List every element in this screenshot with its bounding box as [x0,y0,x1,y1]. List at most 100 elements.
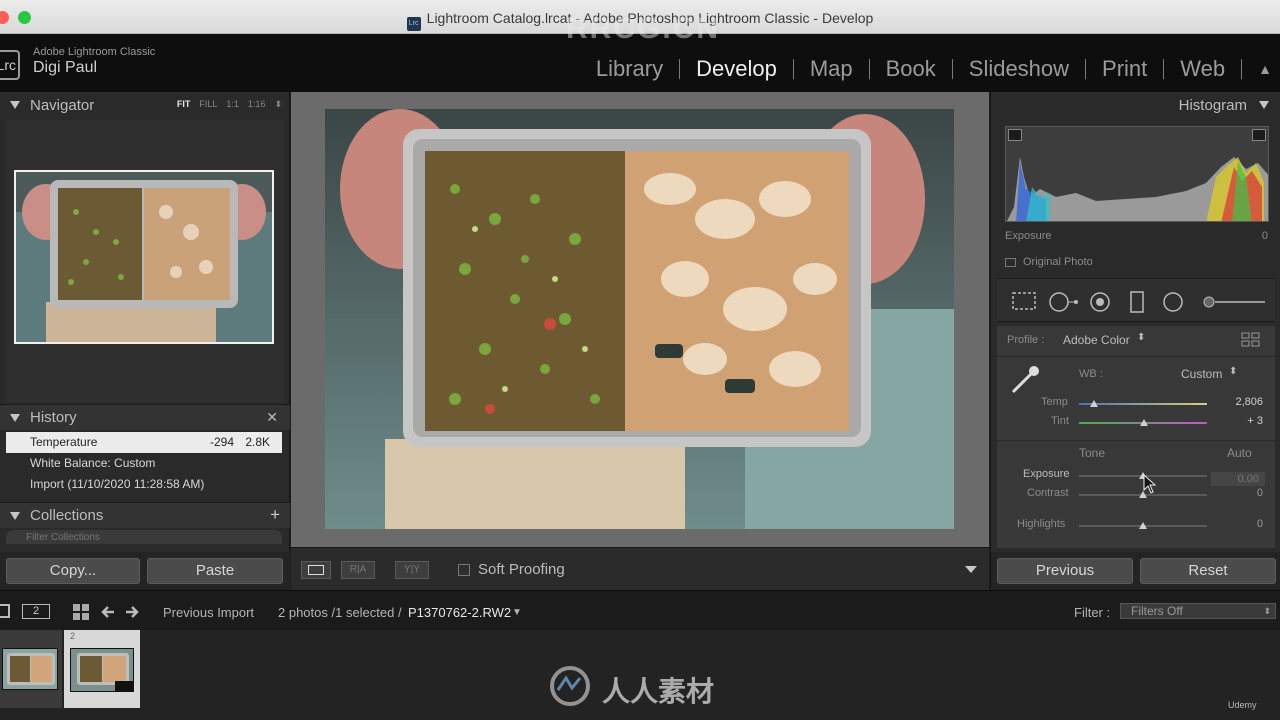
profile-label: Profile : [1007,334,1045,346]
auto-tone-button[interactable]: Auto [1227,446,1252,460]
highlights-label: Highlights [1017,518,1066,530]
develop-toolbar: R|A Y|Y Soft Proofing [291,547,989,590]
window-title: Lrc Lightroom Catalog.lrcat - Adobe Photo… [0,10,1280,31]
contrast-slider[interactable] [1079,491,1207,498]
disclosure-triangle-icon[interactable] [1259,101,1269,109]
before-after-swap-button[interactable]: Y|Y [395,561,429,579]
filter-collections-input[interactable]: Filter Collections [6,530,282,544]
temp-value[interactable]: 2,806 [1223,396,1263,408]
zoom-stepper-icon[interactable]: ⬍ [274,99,282,110]
tint-value[interactable]: + 3 [1223,415,1263,427]
collections-header[interactable]: Collections + [0,502,290,528]
filename-dropdown-icon[interactable]: ▼ [512,607,522,618]
filmstrip: 2 [0,630,1280,720]
filmstrip-cell-selected[interactable]: 2 [64,630,140,708]
spot-removal-icon[interactable] [1047,291,1079,318]
history-item-label: Import (11/10/2020 11:28:58 AM) [30,477,205,491]
module-web[interactable]: Web [1164,56,1241,82]
main-window-icon[interactable] [0,604,10,618]
tint-slider-knob[interactable] [1140,419,1149,426]
wb-dropdown[interactable]: Custom [1181,367,1222,381]
history-list: Temperature -294 2.8K White Balance: Cus… [6,432,282,498]
previous-settings-button[interactable]: Previous [997,558,1133,584]
module-print[interactable]: Print [1086,56,1163,82]
highlights-slider-knob[interactable] [1139,522,1147,529]
copy-settings-button[interactable]: Copy... [6,558,140,584]
contrast-label: Contrast [1027,487,1069,499]
filmstrip-source[interactable]: Previous Import [163,605,254,620]
image-view [291,92,989,547]
collapse-top-panel-icon[interactable]: ▲ [1242,61,1280,77]
history-item[interactable]: Temperature -294 2.8K [6,432,282,453]
forward-arrow-icon[interactable] [124,604,140,625]
wb-stepper-icon[interactable]: ⬍ [1229,366,1237,377]
profile-stepper-icon[interactable]: ⬍ [1137,332,1145,343]
right-panel-buttons: Previous Reset [991,552,1280,590]
filmstrip-filename[interactable]: P1370762-2.RW2 [408,605,511,620]
module-develop[interactable]: Develop [680,56,793,82]
filter-stepper-icon[interactable]: ⬍ [1263,604,1271,618]
tint-slider[interactable] [1079,419,1207,426]
module-map[interactable]: Map [794,56,869,82]
disclosure-triangle-icon[interactable] [10,413,20,422]
disclosure-triangle-icon[interactable] [10,511,20,520]
filmstrip-count: 2 photos /1 selected / [278,605,402,620]
filmstrip-thumbnail[interactable] [2,648,58,690]
zoom-1-16[interactable]: 1:16 [248,99,266,110]
history-item[interactable]: Import (11/10/2020 11:28:58 AM) [6,474,282,495]
tone-label: Tone [1079,446,1106,460]
reset-button[interactable]: Reset [1140,558,1276,584]
history-header[interactable]: History ✕ [0,404,290,430]
crop-overlay-icon[interactable] [1011,291,1037,316]
contrast-value[interactable]: 0 [1223,487,1263,499]
main-photo[interactable] [325,109,954,529]
adjustment-brush-icon[interactable] [1201,291,1267,318]
profile-dropdown[interactable]: Adobe Color [1063,333,1130,347]
module-library[interactable]: Library [580,56,679,82]
before-after-button[interactable]: R|A [341,561,375,579]
histogram-header[interactable]: Histogram [991,92,1280,118]
shadow-clipping-icon[interactable] [1008,129,1022,141]
app-name: Adobe Lightroom Classic [33,46,156,58]
temp-slider[interactable] [1079,400,1207,407]
filter-dropdown[interactable]: Filters Off ⬍ [1120,603,1276,619]
highlights-slider[interactable] [1079,522,1207,529]
temp-slider-knob[interactable] [1090,400,1099,407]
module-slideshow[interactable]: Slideshow [953,56,1085,82]
histogram-graph[interactable] [1005,126,1269,222]
soft-proofing-checkbox[interactable] [458,564,470,576]
module-book[interactable]: Book [870,56,952,82]
loupe-view-button[interactable] [301,561,331,579]
filmstrip-cell[interactable] [0,630,62,708]
zoom-fill[interactable]: FILL [199,99,217,110]
left-panel: Navigator FIT FILL 1:1 1:16 ⬍ History ✕ … [0,92,290,590]
navigator-header[interactable]: Navigator FIT FILL 1:1 1:16 ⬍ [0,92,290,118]
zoom-1-1[interactable]: 1:1 [226,99,239,110]
history-item-label: Temperature [30,435,98,449]
wb-eyedropper-icon[interactable] [1007,362,1043,398]
disclosure-triangle-icon[interactable] [10,101,20,109]
history-item-change: -294 [209,435,234,449]
paste-settings-button[interactable]: Paste [147,558,283,584]
original-photo-checkbox[interactable] [1005,258,1016,267]
filmstrip-thumbnail[interactable] [70,648,134,692]
profile-browser-icon[interactable] [1241,332,1261,353]
zoom-fit[interactable]: FIT [177,99,191,110]
graduated-filter-icon[interactable] [1129,291,1145,318]
red-eye-icon[interactable] [1089,291,1111,318]
contrast-slider-knob[interactable] [1139,491,1147,498]
navigator-preview-image[interactable] [14,170,274,344]
highlight-clipping-icon[interactable] [1252,129,1266,141]
title-bar: Lrc Lightroom Catalog.lrcat - Adobe Photo… [0,0,1280,34]
back-arrow-icon[interactable] [100,604,116,625]
exposure-value-field[interactable]: 0.00 [1211,472,1265,486]
secondary-window-button[interactable]: 2 [22,604,50,619]
add-collection-icon[interactable]: + [270,505,280,525]
highlights-value[interactable]: 0 [1223,518,1263,530]
history-item[interactable]: White Balance: Custom [6,453,282,474]
radial-filter-icon[interactable] [1161,291,1185,318]
toolbar-menu-chevron-icon[interactable] [965,566,977,573]
grid-view-icon[interactable] [73,604,89,625]
navigator-zoom-options: FIT FILL 1:1 1:16 ⬍ [177,99,282,110]
clear-history-icon[interactable]: ✕ [266,409,278,426]
